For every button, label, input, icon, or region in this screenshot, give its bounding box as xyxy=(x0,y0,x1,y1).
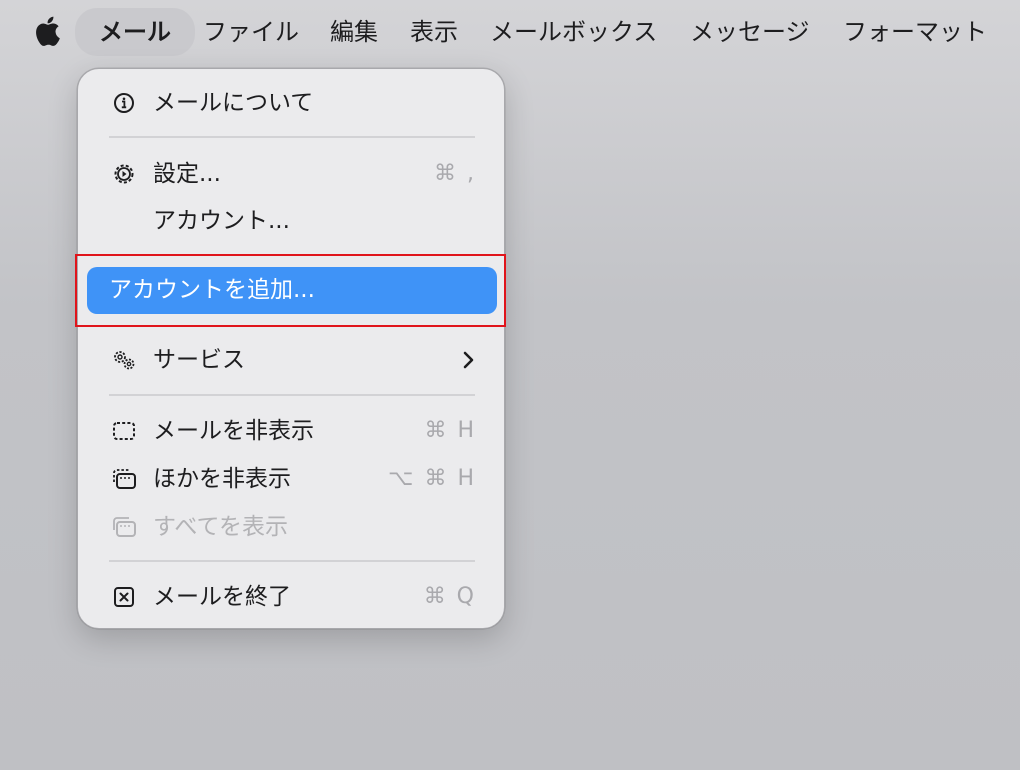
menubar-file[interactable]: ファイル xyxy=(203,8,299,56)
menubar-edit[interactable]: 編集 xyxy=(330,8,378,56)
menu-item-label: メールを終了 xyxy=(153,584,291,610)
menubar-message[interactable]: メッセージ xyxy=(690,8,810,56)
menubar-view[interactable]: 表示 xyxy=(410,8,458,56)
quit-x-icon xyxy=(111,585,137,609)
services-gears-icon xyxy=(111,348,137,372)
apple-logo-icon[interactable] xyxy=(33,14,65,48)
menu-item-label: サービス xyxy=(153,347,245,373)
menu-item-quit[interactable]: メールを終了 ⌘ Q xyxy=(78,575,506,619)
menu-bar: メール ファイル 編集 表示 メールボックス メッセージ フォーマット xyxy=(0,0,1020,64)
menu-item-label: すべてを表示 xyxy=(153,514,289,540)
menu-item-hide-mail[interactable]: メールを非表示 ⌘ H xyxy=(78,409,506,453)
gear-icon xyxy=(111,162,137,186)
menu-item-accounts[interactable]: アカウント... xyxy=(78,199,506,243)
menu-item-about[interactable]: メールについて xyxy=(78,81,506,125)
info-circle-icon xyxy=(111,91,137,115)
menubar-mail[interactable]: メール xyxy=(75,8,195,56)
menubar-format[interactable]: フォーマット xyxy=(843,8,987,56)
menu-item-label: アカウント... xyxy=(153,208,290,234)
menu-item-label: メールについて xyxy=(153,90,314,116)
hide-others-icon xyxy=(111,467,137,491)
menu-item-settings[interactable]: 設定... ⌘ , xyxy=(78,152,506,196)
menu-item-services[interactable]: サービス xyxy=(78,338,506,382)
menu-separator xyxy=(109,136,475,138)
menu-item-label: メールを非表示 xyxy=(153,418,314,444)
mail-app-menu: メールについて 設定... ⌘ , アカウント... アカウントを追加... サ… xyxy=(77,68,505,629)
keyboard-shortcut: ⌘ H xyxy=(424,418,476,443)
menubar-mailbox[interactable]: メールボックス xyxy=(490,8,657,56)
keyboard-shortcut: ⌥ ⌘ H xyxy=(388,466,476,491)
menu-item-hide-others[interactable]: ほかを非表示 ⌥ ⌘ H xyxy=(78,457,506,501)
show-all-icon xyxy=(111,515,137,539)
hide-window-icon xyxy=(111,419,137,443)
menu-separator xyxy=(109,560,475,562)
menu-separator xyxy=(109,394,475,396)
keyboard-shortcut: ⌘ , xyxy=(434,161,476,186)
menu-item-label: ほかを非表示 xyxy=(153,466,291,492)
menu-item-label: 設定... xyxy=(153,161,221,187)
annotation-highlight-box xyxy=(75,254,506,327)
chevron-right-icon xyxy=(462,350,476,370)
menu-item-show-all: すべてを表示 xyxy=(78,505,506,549)
keyboard-shortcut: ⌘ Q xyxy=(423,584,476,609)
